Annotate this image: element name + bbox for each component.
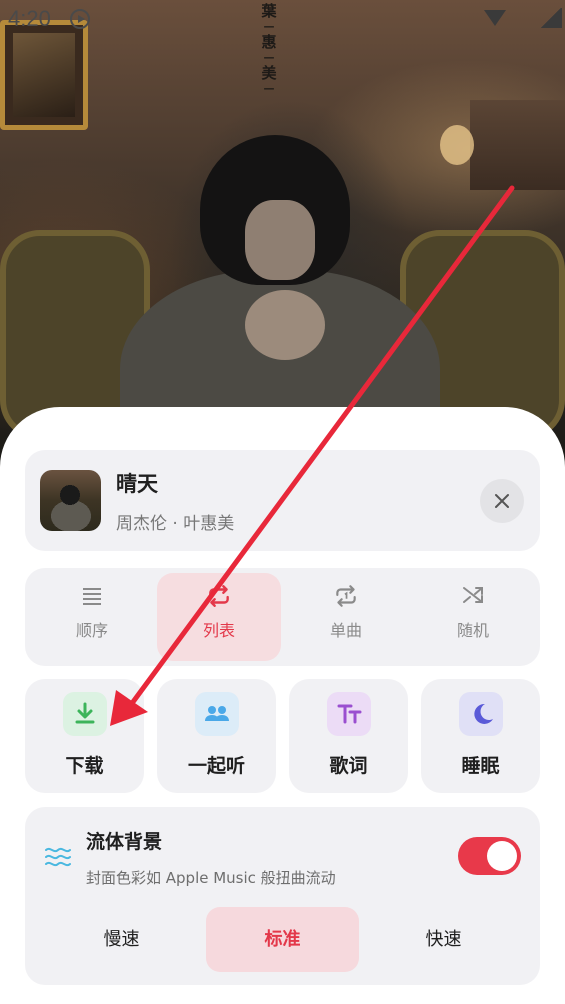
player-options-sheet: 晴天 周杰伦 · 叶惠美 顺序 列表 单曲 随机 下载 一起听 歌词 睡眠 流体… — [0, 407, 565, 1004]
repeat-one-icon — [336, 585, 356, 607]
moon-icon — [459, 692, 503, 736]
album-art-background: 葉 — 惠 — 美 — — [0, 0, 565, 470]
download-icon — [63, 692, 107, 736]
mode-label: 列表 — [202, 621, 235, 640]
play-mode-selector: 顺序 列表 单曲 随机 — [25, 568, 540, 666]
close-icon — [495, 494, 509, 508]
mode-list-repeat[interactable]: 列表 — [157, 573, 281, 661]
fluid-background-subtitle: 封面色彩如 Apple Music 般扭曲流动 — [86, 869, 336, 887]
fluid-background-toggle[interactable] — [458, 837, 521, 875]
speed-slow-button[interactable]: 慢速 — [45, 907, 198, 972]
mode-label: 顺序 — [75, 621, 108, 640]
mode-single-repeat[interactable]: 单曲 — [284, 573, 408, 661]
lamp — [440, 125, 474, 165]
figure-face — [245, 200, 315, 280]
repeat-icon — [209, 585, 229, 607]
shuffle-icon — [463, 587, 483, 603]
lyrics-icon — [327, 692, 371, 736]
close-button[interactable] — [480, 479, 524, 523]
figure-hands — [245, 290, 325, 360]
wall-shelf — [470, 100, 565, 190]
screen-record-icon — [70, 9, 90, 29]
signal-icon — [540, 8, 562, 28]
song-title: 晴天 — [116, 472, 158, 496]
mode-label: 单曲 — [329, 621, 362, 640]
tile-label: 歌词 — [329, 755, 368, 777]
mode-sequential[interactable]: 顺序 — [30, 573, 154, 661]
list-order-icon — [83, 588, 101, 605]
mode-shuffle[interactable]: 随机 — [411, 573, 535, 661]
wave-icon — [45, 847, 71, 867]
lyrics-tile[interactable]: 歌词 — [289, 679, 408, 793]
sleep-timer-tile[interactable]: 睡眠 — [421, 679, 540, 793]
wifi-icon — [484, 10, 506, 26]
now-playing-card: 晴天 周杰伦 · 叶惠美 — [25, 450, 540, 551]
listen-together-tile[interactable]: 一起听 — [157, 679, 276, 793]
download-tile[interactable]: 下载 — [25, 679, 144, 793]
tile-label: 睡眠 — [461, 755, 500, 777]
status-bar: 4:20 — [0, 0, 565, 36]
status-time: 4:20 — [8, 6, 51, 31]
song-artist: 周杰伦 · 叶惠美 — [116, 514, 235, 534]
fluid-background-title: 流体背景 — [86, 831, 163, 853]
album-cover — [40, 470, 101, 531]
people-icon — [195, 692, 239, 736]
mode-label: 随机 — [456, 621, 489, 640]
fluid-background-card: 流体背景 封面色彩如 Apple Music 般扭曲流动 慢速 标准 快速 — [25, 807, 540, 985]
toggle-knob — [487, 841, 517, 871]
wall-picture-frame — [0, 20, 88, 130]
tile-label: 一起听 — [187, 755, 245, 777]
speed-fast-button[interactable]: 快速 — [367, 907, 520, 972]
tile-label: 下载 — [65, 755, 104, 777]
speed-normal-button[interactable]: 标准 — [206, 907, 359, 972]
